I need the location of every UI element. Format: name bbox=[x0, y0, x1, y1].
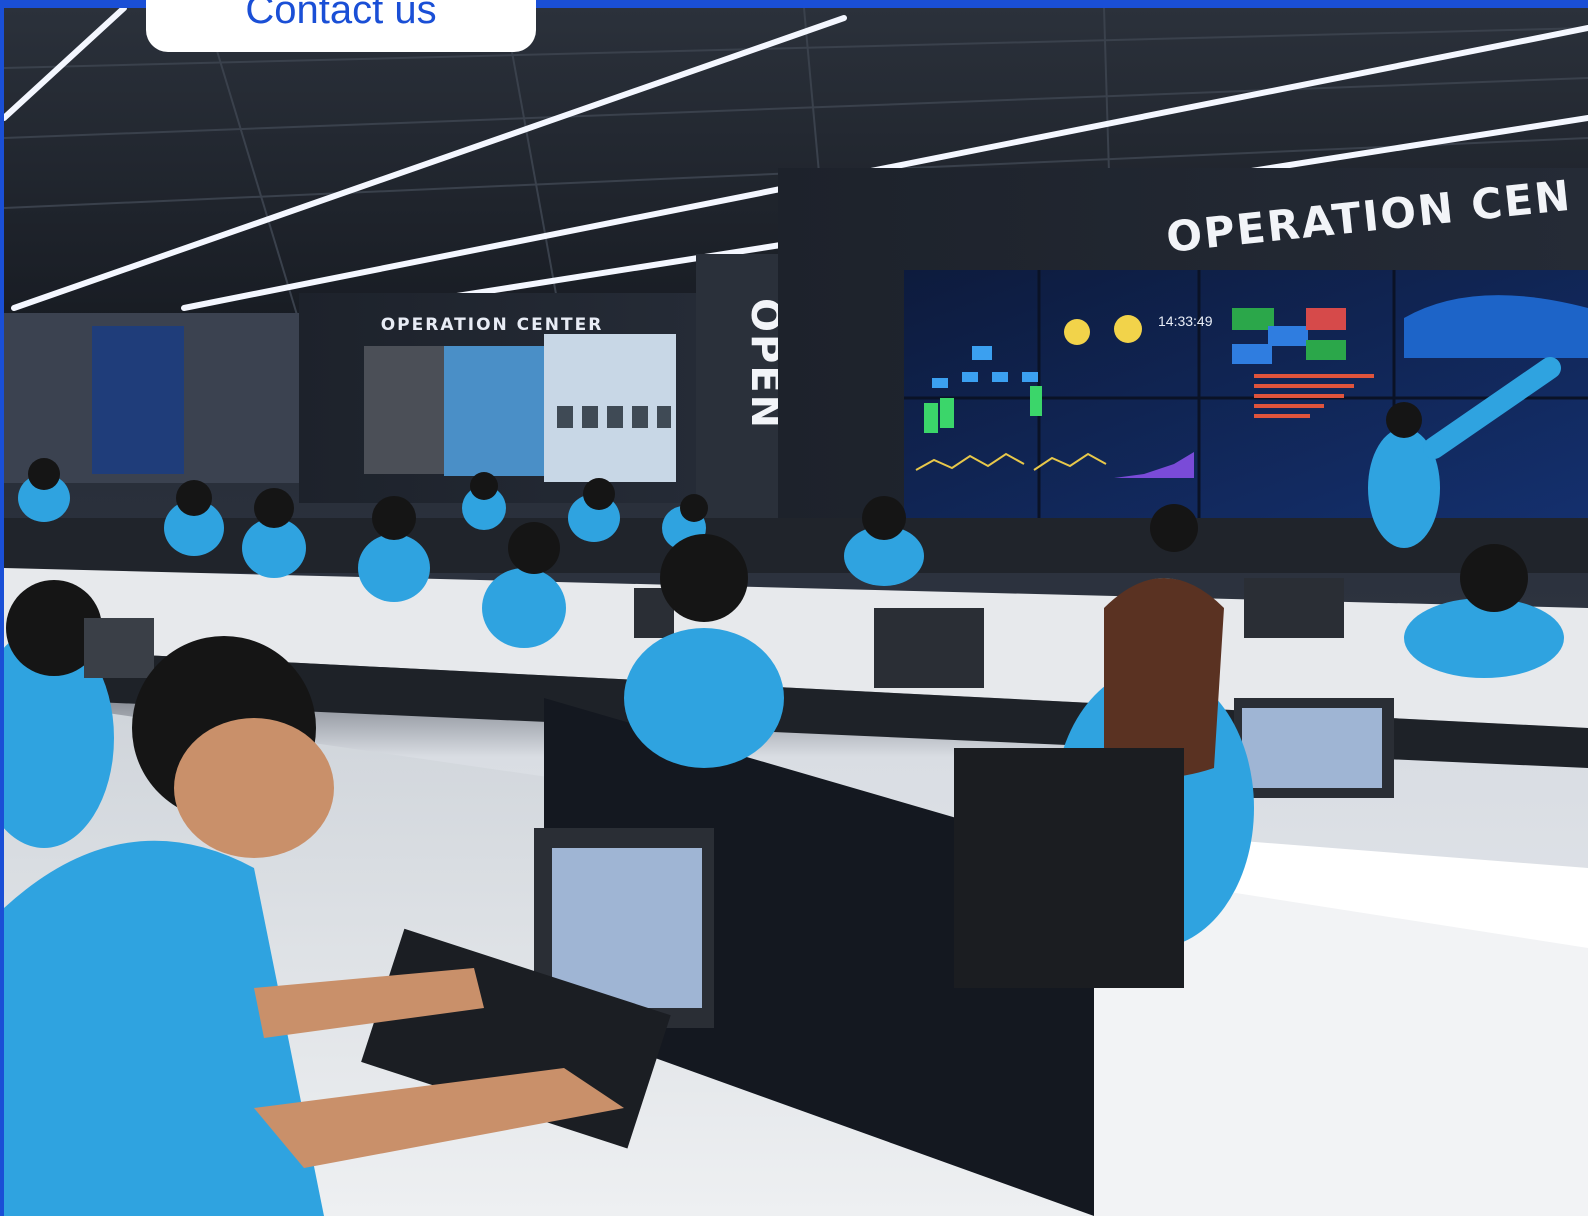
photo-illustration: OPERATION CENTER OPEN OPERATION CEN 14:3… bbox=[4, 8, 1588, 1216]
contact-us-button[interactable]: Contact us bbox=[146, 0, 536, 52]
operation-center-photo: OPERATION CENTER OPEN OPERATION CEN 14:3… bbox=[4, 8, 1588, 1216]
small-wall-sign: OPERATION CENTER bbox=[381, 315, 604, 335]
page: OPERATION CENTER OPEN OPERATION CEN 14:3… bbox=[0, 0, 1588, 1216]
dashboard-clock: 14:33:49 bbox=[1158, 313, 1213, 329]
contact-us-label: Contact us bbox=[245, 0, 437, 32]
